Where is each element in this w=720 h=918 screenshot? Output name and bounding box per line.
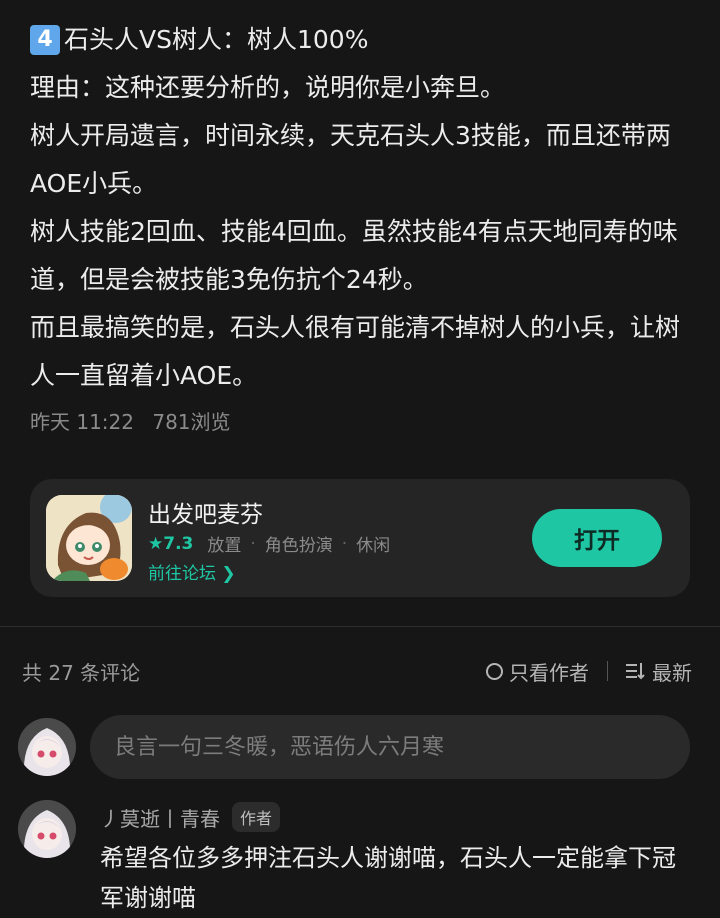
section-divider (0, 626, 720, 627)
post-body: 4 石头人VS树人：树人100% 理由：这种还要分析的，说明你是小奔旦。 树人开… (30, 16, 700, 435)
tag-separator: · (341, 533, 348, 554)
forum-link[interactable]: 前往论坛 ❯ (148, 559, 236, 584)
sort-toggle[interactable]: 最新 (626, 657, 692, 686)
only-author-label: 只看作者 (509, 660, 589, 685)
my-avatar[interactable] (18, 718, 76, 776)
post-title-text: 石头人VS树人：树人100% (64, 25, 369, 54)
game-tag: 休闲 (356, 536, 391, 556)
game-tag: 角色扮演 (264, 536, 333, 556)
author-badge: 作者 (232, 802, 281, 832)
sort-icon (626, 663, 645, 680)
game-rating: ★7.3 (148, 533, 194, 554)
radio-circle-icon (486, 662, 503, 680)
post-paragraph: 树人开局遗言，时间永续，天克石头人3技能，而且还带两AOE小兵。 (30, 121, 671, 198)
tag-separator: · (250, 533, 256, 554)
post-title: 4 石头人VS树人：树人100% (30, 16, 700, 64)
comment-username[interactable]: 丿莫逝丨青春 (100, 803, 220, 832)
commenter-avatar[interactable] (18, 800, 76, 858)
game-tags: ★7.3 放置 · 角色扮演 · 休闲 (148, 531, 391, 557)
post-paragraph: 而且最搞笑的是，石头人很有可能清不掉树人的小兵，让树人一直留着小AOE。 (30, 313, 681, 390)
game-app-icon (46, 495, 132, 581)
post-meta: 昨天 11:22 781浏览 (30, 406, 700, 435)
comment-input[interactable] (90, 715, 690, 779)
comment-text: 希望各位多多押注石头人谢谢喵，石头人一定能拿下冠军谢谢喵 (100, 844, 676, 912)
post-paragraph: 树人技能2回血、技能4回血。虽然技能4有点天地同寿的味道，但是会被技能3免伤抗个… (30, 217, 678, 294)
game-tag: 放置 (207, 536, 242, 556)
game-card[interactable]: 出发吧麦芬 ★7.3 放置 · 角色扮演 · 休闲 前往论坛 ❯ 打开 (30, 479, 690, 597)
comment-count: 共 27 条评论 (22, 660, 141, 685)
open-game-button[interactable]: 打开 (532, 509, 662, 567)
keycap-4-icon: 4 (30, 25, 60, 55)
post-views: 781浏览 (152, 410, 231, 434)
sort-label: 最新 (652, 660, 692, 685)
comment-header: 共 27 条评论 只看作者 最新 (22, 656, 692, 686)
post-time: 昨天 11:22 (30, 410, 134, 434)
comment-user: 丿莫逝丨青春 作者 (100, 802, 281, 832)
only-author-toggle[interactable]: 只看作者 (486, 657, 589, 686)
header-separator (607, 661, 608, 681)
post-paragraph: 理由：这种还要分析的，说明你是小奔旦。 (30, 73, 506, 102)
game-name: 出发吧麦芬 (148, 502, 263, 528)
